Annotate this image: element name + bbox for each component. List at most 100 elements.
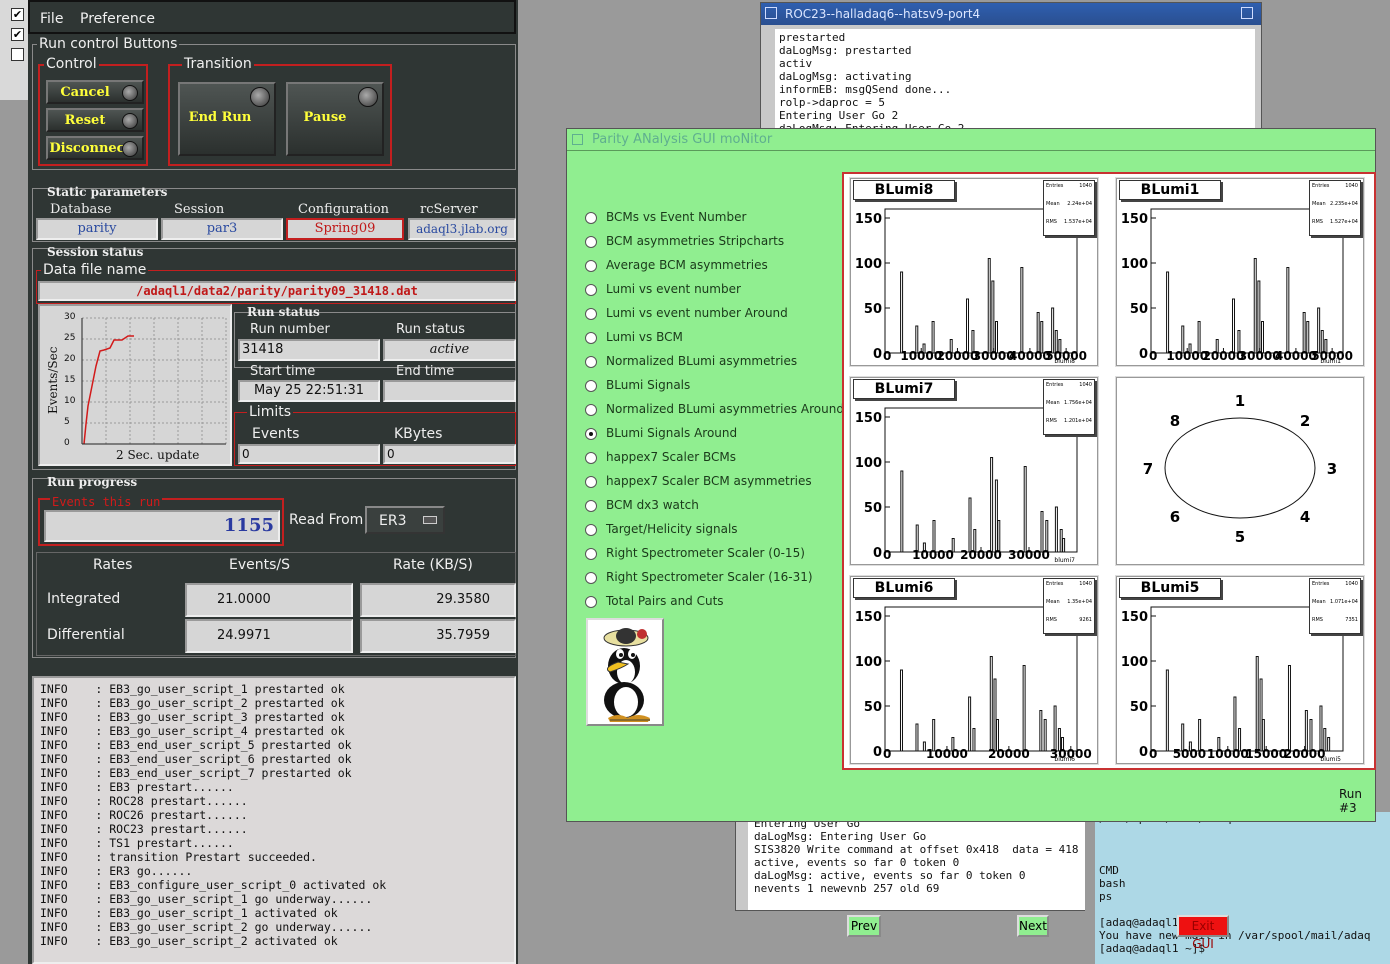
terminal-line: CMD (1099, 864, 1119, 877)
radio-icon[interactable] (585, 428, 597, 440)
radio-icon[interactable] (585, 500, 597, 512)
stats-row: RMS 9261 (1046, 617, 1092, 635)
reset-button[interactable]: Reset (46, 108, 144, 132)
plot-option-label: Lumi vs event number Around (606, 306, 788, 320)
message-log[interactable]: INFO : EB3_go_user_script_1 prestarted o… (32, 676, 516, 964)
x-axis-name: blumi1 (1320, 358, 1341, 365)
roc23-titlebar[interactable]: ROC23--halladaq6--hatsv9-port4 (761, 3, 1261, 25)
end-run-button[interactable]: End Run (178, 82, 276, 156)
stats-box: Entries 1040 Mean 2.24e+04 RMS 1.537e+04 (1043, 180, 1095, 236)
histogram-blumi7[interactable]: 150 100 50 0 10000 20000 30000 0 blumi7 BLumi7 Ent… (849, 376, 1099, 566)
y-tick-label: 0 (873, 546, 882, 561)
radio-icon[interactable] (585, 572, 597, 584)
log-line: INFO : EB3_end_user_script_7 prestarted … (40, 766, 352, 780)
stats-box: Entries 1040 Mean 2.235e+04 RMS 1.527e+04 (1309, 180, 1361, 236)
terminal-line: prestarted (779, 31, 846, 44)
radio-icon[interactable] (585, 236, 597, 248)
clock-label: 5 (1235, 528, 1245, 546)
radio-icon[interactable] (585, 356, 597, 368)
roc23-output[interactable]: prestarted daLogMsg: prestarted activ daLog… (775, 29, 1255, 131)
x-tick-label: 20000 (1284, 747, 1326, 761)
histogram-bar (1259, 678, 1263, 752)
histogram-blumi5[interactable]: 150 100 50 0 5000 10000 15000 20000 0 blumi5 BLumi… (1115, 575, 1365, 765)
log-line: INFO : ROC26 prestart...... (40, 808, 248, 822)
events-this-run-box: Events this run 1155 (38, 495, 284, 546)
radio-icon[interactable] (585, 596, 597, 608)
histogram-bar (1165, 669, 1169, 752)
x-tick-label: 10000 (926, 747, 968, 761)
x-tick-zero: 0 (883, 747, 891, 761)
read-from-select[interactable]: ER3 (365, 506, 445, 534)
knob-icon (122, 141, 138, 157)
x-axis-name: blumi8 (1054, 358, 1075, 365)
plot-option-label: Total Pairs and Cuts (606, 594, 724, 608)
radio-icon[interactable] (585, 476, 597, 488)
histogram-bar (1062, 538, 1066, 553)
stats-box: Entries 1040 Mean 1.35e+04 RMS 9261 (1043, 578, 1095, 634)
x-axis-name: blumi7 (1054, 557, 1075, 564)
stats-row: RMS 1.201e+04 (1046, 418, 1092, 436)
radio-icon[interactable] (585, 404, 597, 416)
terminal-line: ps (1099, 890, 1113, 903)
radio-icon[interactable] (585, 260, 597, 272)
stats-value: 1.537e+04 (1064, 219, 1092, 225)
pause-button[interactable]: Pause (286, 82, 384, 156)
plot-option-label: BLumi Signals Around (606, 426, 738, 440)
radio-icon[interactable] (585, 212, 597, 224)
histogram-bar (991, 280, 995, 354)
stats-row: RMS 7351 (1312, 617, 1358, 635)
log-line: INFO : ROC23 prestart...... (40, 822, 248, 836)
histogram-bar (1053, 705, 1057, 752)
histogram-bar (989, 656, 993, 752)
terminal-line: bash (1099, 877, 1126, 890)
kbytes-limit-field[interactable]: 0 (383, 444, 516, 464)
cancel-button[interactable]: Cancel (46, 80, 144, 104)
x-tick-zero: 0 (883, 349, 891, 363)
shell-terminal[interactable]: /var/spool/mail/adaq CMDbashps [adaq@ada… (1085, 812, 1390, 964)
radio-icon[interactable] (585, 332, 597, 344)
events-limit-field[interactable]: 0 (238, 444, 380, 464)
clock-label: 4 (1300, 508, 1310, 526)
window-menu-icon[interactable] (572, 134, 583, 145)
database-field: parity (36, 218, 158, 240)
histogram-blumi1[interactable]: 150 100 50 0 10000 20000 30000 40000 50000 0 blumi… (1115, 177, 1365, 367)
maximize-icon[interactable] (1241, 7, 1253, 19)
log-line: INFO : EB3_configure_user_script_0 activ… (40, 878, 387, 892)
histogram-bar (1043, 719, 1047, 752)
radio-icon[interactable] (585, 452, 597, 464)
exit-gui-button[interactable]: Exit GUI (1177, 915, 1229, 951)
radio-icon[interactable] (585, 524, 597, 536)
rates-table: Rates Events/S Rate (KB/S) Integrated 21… (36, 552, 516, 656)
configuration-field[interactable]: Spring09 (286, 218, 404, 240)
menu-preference[interactable]: Preference (80, 11, 155, 27)
radio-icon[interactable] (585, 284, 597, 296)
menu-file[interactable]: File (40, 11, 63, 27)
y-tick-label: 0 (1139, 347, 1148, 362)
radio-icon[interactable] (585, 308, 597, 320)
checkbox-1[interactable]: ✔ (11, 8, 24, 21)
detector-clock-pad[interactable]: 1 2 3 4 5 6 7 8 (1115, 376, 1365, 566)
radio-icon[interactable] (585, 380, 597, 392)
histogram-blumi8[interactable]: 150 100 50 0 10000 20000 30000 40000 50000 0 blumi… (849, 177, 1099, 367)
window-menu-icon[interactable] (765, 7, 777, 19)
next-button[interactable]: Next (1017, 915, 1049, 937)
stats-box: Entries 1040 Mean 1.756e+04 RMS 1.201e+04 (1043, 379, 1095, 435)
dropdown-icon (423, 516, 437, 524)
pan-titlebar[interactable]: Parity ANalysis GUI moNitor (567, 129, 1375, 151)
disconnect-button[interactable]: Disconnect (46, 136, 144, 160)
checkbox-3[interactable] (11, 48, 24, 61)
stats-label: RMS (1046, 219, 1057, 225)
plot-option-label: Lumi vs BCM (606, 330, 683, 344)
y-tick-label: 150 (855, 212, 882, 227)
y-tick-label: 50 (864, 302, 882, 317)
plot-option-label: Right Spectrometer Scaler (16-31) (606, 570, 813, 584)
prev-button[interactable]: Prev (847, 915, 881, 937)
y-tick-label: 0 (873, 347, 882, 362)
histogram-canvas[interactable]: 150 100 50 0 10000 20000 30000 40000 50000 0 blumi… (842, 172, 1376, 770)
x-tick-label: 15000 (1245, 747, 1287, 761)
radio-icon[interactable] (585, 548, 597, 560)
histogram-blumi6[interactable]: 150 100 50 0 10000 20000 30000 0 blumi6 BLumi6 Ent… (849, 575, 1099, 765)
plot-option-label: BCM dx3 watch (606, 498, 699, 512)
checkbox-2[interactable]: ✔ (11, 28, 24, 41)
